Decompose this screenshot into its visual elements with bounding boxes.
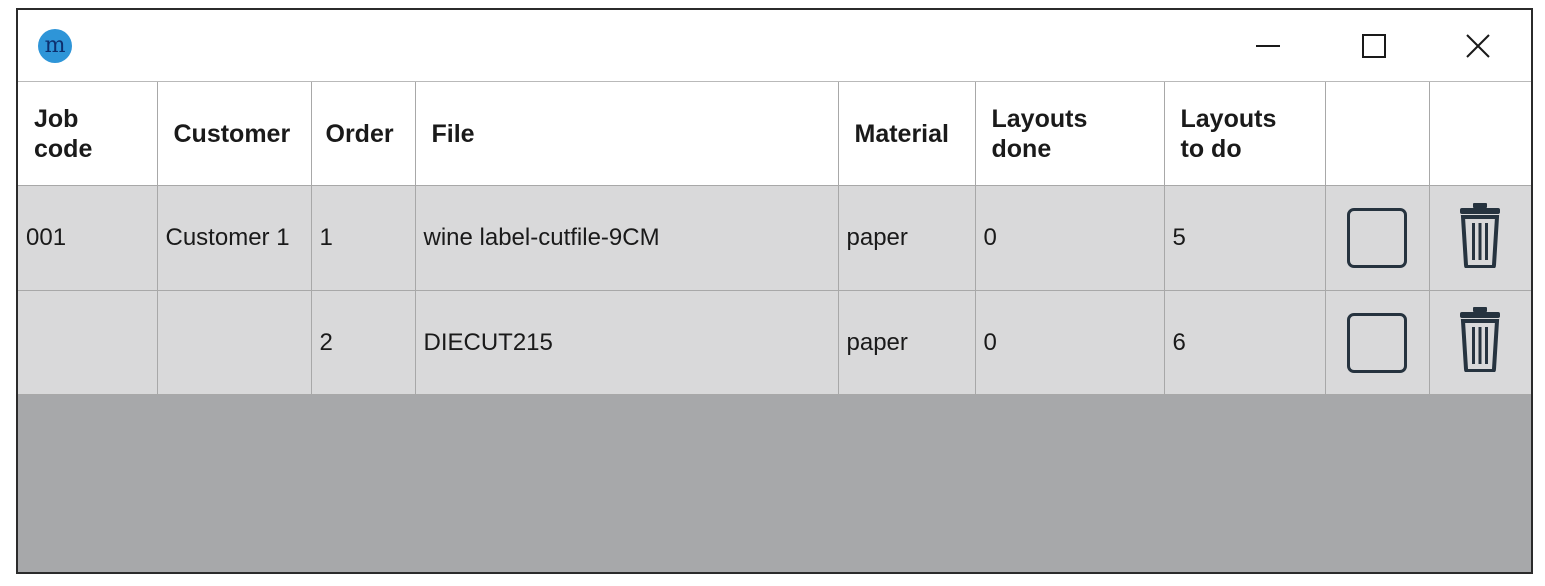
column-header-job-code[interactable]: Job code <box>18 82 158 186</box>
column-header-layouts-done[interactable]: Layouts done <box>974 82 1165 186</box>
cell-job-code[interactable]: 001 <box>18 185 158 291</box>
table-row[interactable]: 001 Customer 1 1 wine label-cutfile-9CM … <box>18 185 1531 291</box>
minimize-button[interactable] <box>1218 10 1318 82</box>
cell-file[interactable]: wine label-cutfile-9CM <box>414 185 839 291</box>
cell-customer[interactable]: Customer 1 <box>156 185 312 291</box>
cell-order[interactable]: 2 <box>310 290 416 395</box>
close-button[interactable] <box>1428 10 1528 82</box>
column-header-label: Customer <box>173 119 291 148</box>
jobs-table: Job code Customer Order File Material La… <box>18 82 1531 395</box>
title-bar: m <box>18 10 1531 82</box>
cell-delete <box>1428 185 1531 291</box>
cell-layouts-done[interactable]: 0 <box>974 185 1165 291</box>
app-logo-glyph: m <box>44 33 66 58</box>
column-header-customer[interactable]: Customer <box>156 82 312 186</box>
close-icon <box>1466 34 1490 58</box>
cell-job-code[interactable] <box>18 290 158 395</box>
cell-select <box>1324 185 1430 291</box>
table-row[interactable]: 2 DIECUT215 paper 0 6 <box>18 290 1531 395</box>
cell-material[interactable]: paper <box>837 185 976 291</box>
column-header-file[interactable]: File <box>414 82 839 186</box>
column-header-label: Order <box>325 119 394 148</box>
cell-file[interactable]: DIECUT215 <box>414 290 839 395</box>
column-header-order[interactable]: Order <box>310 82 416 186</box>
column-header-label: Material <box>854 119 949 148</box>
delete-row-button[interactable] <box>1457 202 1503 275</box>
column-header-delete <box>1428 82 1531 186</box>
app-logo-icon: m <box>38 29 72 63</box>
row-checkbox[interactable] <box>1347 312 1407 373</box>
cell-delete <box>1428 290 1531 395</box>
cell-layouts-done[interactable]: 0 <box>974 290 1165 395</box>
column-header-label: Job code <box>34 104 93 163</box>
cell-select <box>1324 290 1430 395</box>
column-header-label: File <box>431 119 475 148</box>
cell-layouts-to-do[interactable]: 5 <box>1163 185 1326 291</box>
column-header-label: Layouts done <box>991 104 1088 163</box>
cell-layouts-to-do[interactable]: 6 <box>1163 290 1326 395</box>
cell-material[interactable]: paper <box>837 290 976 395</box>
column-header-select <box>1324 82 1430 186</box>
cell-customer[interactable] <box>156 290 312 395</box>
column-header-label: Layouts to do <box>1180 104 1277 163</box>
maximize-icon <box>1362 34 1386 58</box>
minimize-icon <box>1256 45 1280 47</box>
column-header-material[interactable]: Material <box>837 82 976 186</box>
cell-order[interactable]: 1 <box>310 185 416 291</box>
column-header-layouts-to-do[interactable]: Layouts to do <box>1163 82 1326 186</box>
trash-icon <box>1460 307 1501 373</box>
row-checkbox[interactable] <box>1347 208 1407 268</box>
delete-row-button[interactable] <box>1457 306 1503 379</box>
trash-icon <box>1460 202 1501 269</box>
app-window: m Job code Customer Order File Material … <box>16 8 1533 574</box>
table-header-row: Job code Customer Order File Material La… <box>18 82 1531 186</box>
maximize-button[interactable] <box>1324 10 1424 82</box>
